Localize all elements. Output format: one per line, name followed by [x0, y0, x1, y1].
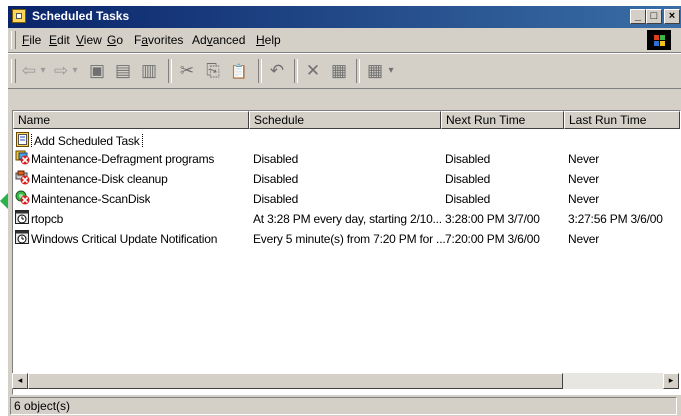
task-schedule: At 3:28 PM every day, starting 2/10...: [253, 212, 442, 226]
task-last-run-time: Never: [568, 232, 600, 246]
minimize-button[interactable]: _: [630, 9, 646, 24]
task-name: Maintenance-Disk cleanup: [31, 172, 168, 186]
menu-advanced[interactable]: Advanced: [192, 33, 245, 47]
scroll-left-button[interactable]: ◂: [12, 373, 28, 389]
undo-icon[interactable]: ↶: [266, 60, 288, 82]
scroll-right-button[interactable]: ▸: [663, 373, 679, 389]
back-dropdown-icon[interactable]: ▾: [38, 60, 48, 82]
column-header-schedule[interactable]: Schedule: [249, 111, 441, 129]
menu-help[interactable]: Help: [256, 33, 281, 47]
green-pointer-icon: [0, 193, 8, 209]
toolbar-grip[interactable]: [11, 59, 16, 83]
delete-icon[interactable]: ✕: [302, 60, 324, 82]
table-row[interactable]: Maintenance-Defragment programs Disabled…: [13, 149, 680, 169]
column-header-row: Name Schedule Next Run Time Last Run Tim…: [13, 111, 680, 129]
column-header-last-run-time[interactable]: Last Run Time: [564, 111, 680, 129]
table-row[interactable]: Maintenance-ScanDisk Disabled Disabled N…: [13, 189, 680, 209]
toolbar-separator: [356, 59, 360, 83]
task-list[interactable]: Name Schedule Next Run Time Last Run Tim…: [12, 110, 681, 395]
scroll-thumb[interactable]: [28, 373, 563, 389]
views-dropdown-icon[interactable]: ▾: [386, 60, 396, 82]
task-schedule: Every 5 minute(s) from 7:20 PM for ...: [253, 232, 446, 246]
task-disabled-icon: [15, 170, 30, 185]
column-header-name[interactable]: Name: [13, 111, 249, 129]
task-last-run-time: 3:27:56 PM 3/6/00: [568, 212, 663, 226]
table-row[interactable]: Maintenance-Disk cleanup Disabled Disabl…: [13, 169, 680, 189]
task-name: Add Scheduled Task: [31, 134, 143, 148]
scheduled-tasks-window: Scheduled Tasks _ □ × File Edit View Go …: [8, 6, 681, 416]
up-folder-icon[interactable]: ▣: [86, 60, 108, 82]
paste-icon[interactable]: 📋: [228, 60, 250, 82]
toolbar: ⇦ ▾ ⇨ ▾ ▣ ▤ ▥ ✂ ⎘ 📋 ↶ ✕ ▦ ▦ ▾: [8, 53, 681, 89]
maximize-button[interactable]: □: [646, 9, 662, 24]
table-row[interactable]: rtopcb At 3:28 PM every day, starting 2/…: [13, 209, 680, 229]
properties-icon[interactable]: ▦: [328, 60, 350, 82]
task-schedule: Disabled: [253, 152, 299, 166]
task-next-run-time: 7:20:00 PM 3/6/00: [445, 232, 540, 246]
task-disabled-icon: [15, 150, 30, 165]
task-last-run-time: Never: [568, 172, 600, 186]
menu-bar: File Edit View Go Favorites Advanced Hel…: [8, 28, 681, 53]
move-to-icon[interactable]: ▤: [112, 60, 134, 82]
menu-bar-grip[interactable]: [11, 31, 16, 49]
menu-view[interactable]: View: [76, 33, 102, 47]
task-next-run-time: 3:28:00 PM 3/7/00: [445, 212, 540, 226]
forward-icon[interactable]: ⇨: [52, 60, 70, 82]
menu-go[interactable]: Go: [107, 33, 123, 47]
window-title: Scheduled Tasks: [32, 9, 130, 23]
add-task-icon: [16, 132, 29, 147]
task-clock-icon: [15, 210, 29, 224]
task-name: Windows Critical Update Notification: [31, 232, 218, 246]
task-name: rtopcb: [31, 212, 64, 226]
task-last-run-time: Never: [568, 192, 600, 206]
task-name: Maintenance-ScanDisk: [31, 192, 151, 206]
task-next-run-time: Disabled: [445, 152, 491, 166]
menu-favorites[interactable]: Favorites: [134, 33, 183, 47]
menu-edit[interactable]: Edit: [49, 33, 70, 47]
task-schedule: Disabled: [253, 172, 299, 186]
task-last-run-time: Never: [568, 152, 600, 166]
windows-logo-icon: [647, 30, 671, 50]
status-text: 6 object(s): [10, 397, 677, 415]
task-name: Maintenance-Defragment programs: [31, 152, 215, 166]
cut-icon[interactable]: ✂: [176, 60, 198, 82]
copy-icon[interactable]: ⎘: [202, 60, 224, 82]
task-next-run-time: Disabled: [445, 192, 491, 206]
task-clock-icon: [15, 230, 29, 244]
back-icon[interactable]: ⇦: [20, 60, 38, 82]
scheduled-tasks-folder-icon: [12, 9, 26, 23]
horizontal-scrollbar[interactable]: ◂ ▸: [12, 373, 679, 389]
task-schedule: Disabled: [253, 192, 299, 206]
forward-dropdown-icon[interactable]: ▾: [70, 60, 80, 82]
task-next-run-time: Disabled: [445, 172, 491, 186]
toolbar-separator: [168, 59, 172, 83]
table-row[interactable]: Add Scheduled Task: [13, 131, 680, 151]
column-header-next-run-time[interactable]: Next Run Time: [441, 111, 564, 129]
views-icon[interactable]: ▦: [364, 60, 386, 82]
copy-to-icon[interactable]: ▥: [138, 60, 160, 82]
toolbar-separator: [258, 59, 262, 83]
toolbar-separator: [294, 59, 298, 83]
status-bar: 6 object(s): [8, 395, 681, 416]
title-bar[interactable]: Scheduled Tasks _ □ ×: [8, 6, 681, 28]
close-button[interactable]: ×: [664, 9, 680, 24]
menu-file[interactable]: File: [22, 33, 41, 47]
table-row[interactable]: Windows Critical Update Notification Eve…: [13, 229, 680, 249]
task-disabled-icon: [15, 190, 30, 205]
